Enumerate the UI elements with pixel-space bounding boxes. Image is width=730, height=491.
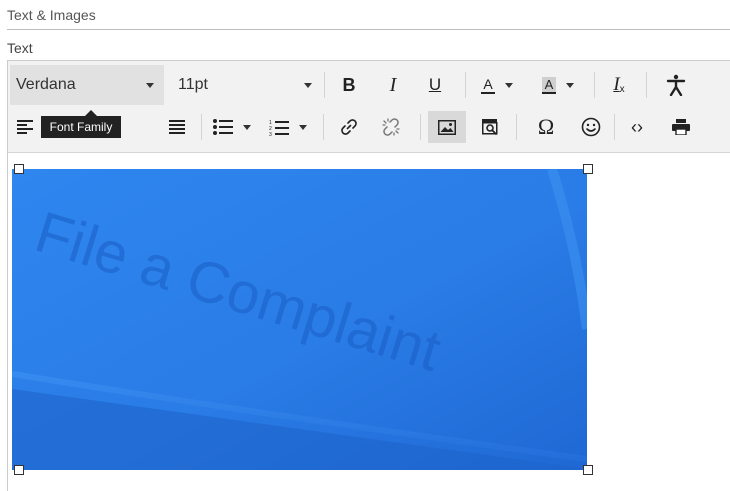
toolbar-separator <box>420 114 421 140</box>
chevron-down-icon <box>146 83 154 88</box>
section-header: Text & Images <box>7 7 96 23</box>
bold-label: B <box>342 74 356 95</box>
accessibility-icon <box>666 74 686 96</box>
font-family-select[interactable]: Verdana <box>10 65 164 105</box>
background-color-button[interactable]: A <box>530 69 586 101</box>
complaint-keyboard-image: File a Complaint <box>12 169 587 470</box>
clear-formatting-sub: x <box>619 83 625 95</box>
toolbar-separator <box>646 72 647 98</box>
chevron-down-icon <box>504 82 513 88</box>
bold-button[interactable]: B <box>334 69 364 101</box>
resize-handle-bottom-right[interactable] <box>583 465 593 475</box>
insert-link-button[interactable] <box>334 111 364 143</box>
emoticon-icon <box>581 117 601 137</box>
underline-label: U <box>428 75 442 94</box>
media-gallery-button[interactable] <box>474 111 508 143</box>
link-icon <box>341 119 357 135</box>
italic-button[interactable]: I <box>378 69 408 101</box>
text-color-button[interactable]: A <box>472 69 522 101</box>
background-color-icon: A <box>541 76 557 94</box>
selected-image[interactable]: File a Complaint <box>12 169 587 470</box>
numbered-list-icon: 1 2 3 <box>269 120 289 136</box>
toolbar-separator <box>614 114 615 140</box>
insert-image-button[interactable] <box>428 111 466 143</box>
font-size-select[interactable]: 11pt <box>174 65 318 105</box>
font-family-tooltip: Font Family <box>41 116 121 138</box>
svg-text:3: 3 <box>269 132 272 136</box>
font-size-value: 11pt <box>178 76 208 93</box>
resize-handle-top-left[interactable] <box>14 164 24 174</box>
bullet-list-button[interactable] <box>206 111 258 143</box>
align-justify-icon <box>169 120 185 134</box>
font-family-value: Verdana <box>16 76 76 93</box>
toolbar-separator <box>465 72 466 98</box>
resize-handle-bottom-left[interactable] <box>14 465 24 475</box>
align-left-icon <box>17 120 33 134</box>
toolbar-separator <box>594 72 595 98</box>
print-icon <box>672 119 690 135</box>
text-field-label: Text <box>7 40 33 56</box>
clear-formatting-button[interactable]: I x <box>604 69 634 101</box>
toolbar-separator <box>516 114 517 140</box>
chevron-down-icon <box>299 124 307 130</box>
underline-button[interactable]: U <box>420 69 450 101</box>
toolbar-separator <box>201 114 202 140</box>
section-divider <box>7 29 730 30</box>
toolbar-separator <box>324 72 325 98</box>
align-justify-button[interactable] <box>162 111 192 143</box>
emoticon-button[interactable] <box>574 111 608 143</box>
unlink-icon <box>382 118 400 136</box>
italic-label: I <box>389 73 397 96</box>
media-gallery-icon <box>482 119 498 135</box>
align-left-button[interactable] <box>10 111 40 143</box>
source-code-button[interactable]: ‹› <box>622 111 652 143</box>
toolbar-separator <box>323 114 324 140</box>
resize-handle-top-right[interactable] <box>583 164 593 174</box>
numbered-list-button[interactable]: 1 2 3 <box>262 111 314 143</box>
code-icon: ‹› <box>631 116 643 137</box>
chevron-down-icon <box>243 124 251 130</box>
print-button[interactable] <box>664 111 698 143</box>
text-color-icon: A <box>481 75 495 94</box>
remove-link-button[interactable] <box>376 111 406 143</box>
chevron-down-icon <box>304 83 312 88</box>
special-character-button[interactable]: Ω <box>528 111 564 143</box>
editor-toolbar: Verdana 11pt B I U A A I x 1 2 3 Ω ‹› Fo… <box>8 61 730 153</box>
bullet-list-icon <box>213 119 233 135</box>
accessibility-button[interactable] <box>658 69 694 101</box>
omega-icon: Ω <box>537 114 555 139</box>
image-icon <box>438 119 456 135</box>
chevron-down-icon <box>566 82 575 88</box>
